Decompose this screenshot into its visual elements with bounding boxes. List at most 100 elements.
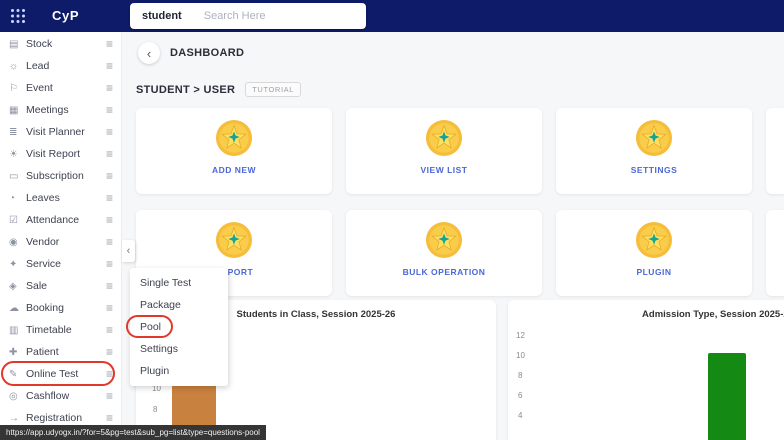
chart-title: Admission Type, Session 2025-26 bbox=[642, 309, 784, 320]
meetings-icon: ▦ bbox=[9, 104, 19, 116]
star-badge-icon bbox=[425, 221, 463, 259]
sidebar-item-cashflow[interactable]: ◎ Cashflow ≡ bbox=[0, 385, 121, 407]
sidebar: ▤ Stock ≡ ☼ Lead ≡ ⚐ Event ≡ ▦ Meetings ≡ ≣ Visit… bbox=[0, 32, 122, 440]
drag-handle-icon[interactable]: ≡ bbox=[106, 279, 113, 293]
sidebar-item-sale[interactable]: ◈ Sale ≡ bbox=[0, 275, 121, 297]
submenu-item-settings[interactable]: Settings bbox=[130, 338, 228, 360]
cards-row-1: ADD NEW VIEW LIST SETTINGS bbox=[136, 108, 784, 194]
sidebar-collapse-button[interactable]: ‹ bbox=[122, 240, 135, 262]
drag-handle-icon[interactable]: ≡ bbox=[106, 169, 113, 183]
card-label: ADD NEW bbox=[211, 165, 257, 175]
sidebar-item-timetable[interactable]: ▥ Timetable ≡ bbox=[0, 319, 121, 341]
submenu-item-single-test[interactable]: Single Test bbox=[130, 272, 228, 294]
drag-handle-icon[interactable]: ≡ bbox=[106, 213, 113, 227]
drag-handle-icon[interactable]: ≡ bbox=[106, 81, 113, 95]
app-window: CyP student Search Here ▤ Stock ≡ ☼ Lead ≡ ⚐… bbox=[0, 0, 784, 440]
registration-icon: → bbox=[9, 412, 19, 424]
sidebar-item-label: Service bbox=[26, 258, 62, 270]
drag-handle-icon[interactable]: ≡ bbox=[106, 37, 113, 51]
sidebar-item-service[interactable]: ✦ Service ≡ bbox=[0, 253, 121, 275]
online-test-submenu: Single Test Package Pool Settings Plugin bbox=[130, 268, 228, 386]
sidebar-item-label: Subscription bbox=[26, 170, 84, 182]
sidebar-item-label: Vendor bbox=[26, 236, 60, 248]
card-view-list[interactable]: VIEW LIST bbox=[346, 108, 542, 194]
status-bar-url: https://app.udyogx.in/?for=5&pg=test&sub… bbox=[0, 425, 266, 440]
star-badge-icon bbox=[635, 221, 673, 259]
submenu-item-package[interactable]: Package bbox=[130, 294, 228, 316]
card-label: BULK OPERATION bbox=[402, 267, 486, 277]
sidebar-item-label: Booking bbox=[26, 302, 64, 314]
submenu-item-pool[interactable]: Pool bbox=[130, 316, 228, 338]
search-input[interactable]: student Search Here bbox=[130, 3, 366, 29]
card-bulk-operation[interactable]: BULK OPERATION bbox=[346, 210, 542, 296]
sidebar-item-subscription[interactable]: ▭ Subscription ≡ bbox=[0, 165, 121, 187]
sidebar-item-visit-report[interactable]: ☀ Visit Report ≡ bbox=[0, 143, 121, 165]
card-add-new[interactable]: ADD NEW bbox=[136, 108, 332, 194]
timetable-icon: ▥ bbox=[9, 324, 19, 336]
search-category-tab[interactable]: student bbox=[142, 10, 182, 22]
sidebar-item-booking[interactable]: ☁ Booking ≡ bbox=[0, 297, 121, 319]
drag-handle-icon[interactable]: ≡ bbox=[106, 257, 113, 271]
sidebar-item-online-test[interactable]: ✎ Online Test ≡ bbox=[0, 363, 121, 385]
y-tick: 8 bbox=[518, 371, 523, 380]
drag-handle-icon[interactable]: ≡ bbox=[106, 323, 113, 337]
drag-handle-icon[interactable]: ≡ bbox=[106, 367, 113, 381]
sidebar-item-meetings[interactable]: ▦ Meetings ≡ bbox=[0, 99, 121, 121]
drag-handle-icon[interactable]: ≡ bbox=[106, 59, 113, 73]
app-logo[interactable]: CyP bbox=[52, 8, 79, 23]
sidebar-item-label: Meetings bbox=[26, 104, 69, 116]
vendor-icon: ◉ bbox=[9, 236, 18, 248]
y-tick: 12 bbox=[516, 331, 525, 340]
card-partial[interactable] bbox=[766, 210, 784, 296]
star-badge-icon bbox=[635, 119, 673, 157]
tutorial-badge[interactable]: TUTORIAL bbox=[245, 82, 302, 97]
card-plugin[interactable]: PLUGIN bbox=[556, 210, 752, 296]
sidebar-item-label: Patient bbox=[26, 346, 59, 358]
attendance-icon: ☑ bbox=[9, 214, 18, 226]
submenu-item-plugin[interactable]: Plugin bbox=[130, 360, 228, 382]
visit-report-icon: ☀ bbox=[9, 148, 18, 160]
sidebar-item-label: Online Test bbox=[26, 368, 79, 380]
sale-icon: ◈ bbox=[9, 280, 17, 292]
admission-bar bbox=[708, 353, 746, 440]
sidebar-item-stock[interactable]: ▤ Stock ≡ bbox=[0, 33, 121, 55]
online-test-icon: ✎ bbox=[9, 368, 18, 380]
drag-handle-icon[interactable]: ≡ bbox=[106, 345, 113, 359]
sidebar-item-event[interactable]: ⚐ Event ≡ bbox=[0, 77, 121, 99]
star-badge-icon bbox=[215, 221, 253, 259]
star-badge-icon bbox=[425, 119, 463, 157]
drag-handle-icon[interactable]: ≡ bbox=[106, 103, 113, 117]
sidebar-item-visit-planner[interactable]: ≣ Visit Planner ≡ bbox=[0, 121, 121, 143]
sidebar-item-attendance[interactable]: ☑ Attendance ≡ bbox=[0, 209, 121, 231]
sidebar-item-label: Cashflow bbox=[26, 390, 70, 402]
sidebar-item-lead[interactable]: ☼ Lead ≡ bbox=[0, 55, 121, 77]
sidebar-item-label: Visit Planner bbox=[26, 126, 85, 138]
drag-handle-icon[interactable]: ≡ bbox=[106, 191, 113, 205]
sidebar-item-leaves[interactable]: ◔ Leaves ≡ bbox=[0, 187, 121, 209]
stock-icon: ▤ bbox=[9, 38, 19, 50]
drag-handle-icon[interactable]: ≡ bbox=[106, 301, 113, 315]
sidebar-item-label: Leaves bbox=[26, 192, 60, 204]
search-input-placeholder: Search Here bbox=[203, 10, 266, 22]
apps-grid-icon[interactable] bbox=[10, 8, 26, 24]
card-partial[interactable] bbox=[766, 108, 784, 194]
page-title: DASHBOARD bbox=[170, 47, 245, 59]
sidebar-item-patient[interactable]: ✚ Patient ≡ bbox=[0, 341, 121, 363]
booking-icon: ☁ bbox=[9, 302, 19, 314]
sidebar-item-label: Attendance bbox=[26, 214, 80, 226]
card-settings[interactable]: SETTINGS bbox=[556, 108, 752, 194]
back-button[interactable]: ‹ bbox=[138, 42, 160, 64]
drag-handle-icon[interactable]: ≡ bbox=[106, 147, 113, 161]
top-header: CyP student Search Here bbox=[0, 0, 784, 32]
drag-handle-icon[interactable]: ≡ bbox=[106, 411, 113, 425]
sidebar-item-label: Event bbox=[26, 82, 53, 94]
star-badge-icon bbox=[215, 119, 253, 157]
sidebar-item-vendor[interactable]: ◉ Vendor ≡ bbox=[0, 231, 121, 253]
drag-handle-icon[interactable]: ≡ bbox=[106, 235, 113, 249]
y-tick: 10 bbox=[516, 351, 525, 360]
sidebar-item-label: Registration bbox=[26, 412, 83, 424]
drag-handle-icon[interactable]: ≡ bbox=[106, 389, 113, 403]
subscription-icon: ▭ bbox=[9, 170, 19, 182]
sidebar-item-label: Sale bbox=[26, 280, 48, 292]
drag-handle-icon[interactable]: ≡ bbox=[106, 125, 113, 139]
